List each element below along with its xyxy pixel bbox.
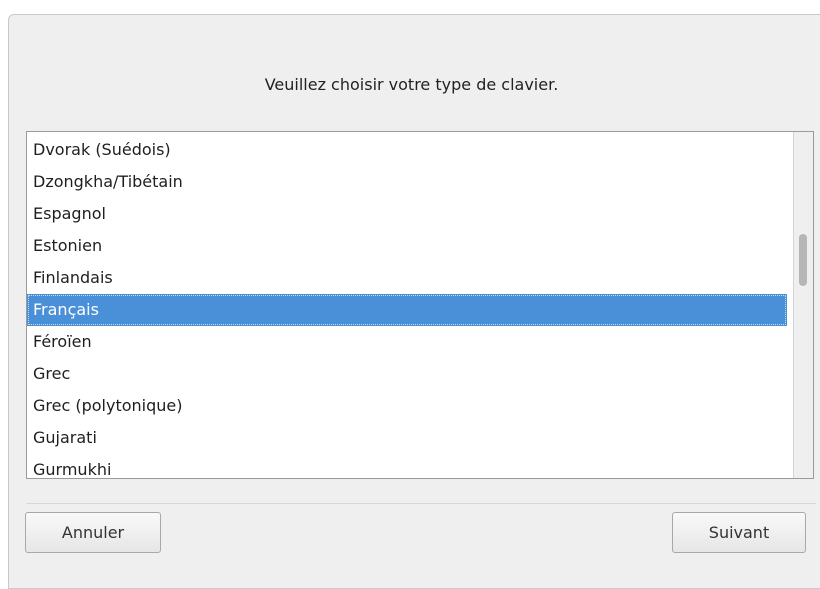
keyboard-list-items: Dvorak (Suédois) Dzongkha/Tibétain Espag…: [27, 134, 787, 478]
keyboard-selection-dialog: Veuillez choisir votre type de clavier. …: [8, 14, 820, 589]
list-item[interactable]: Gurmukhi: [27, 454, 787, 478]
list-item[interactable]: Féroïen: [27, 326, 787, 358]
list-item-selected[interactable]: Français: [27, 294, 787, 326]
cancel-button[interactable]: Annuler: [25, 512, 161, 553]
list-item[interactable]: Grec: [27, 358, 787, 390]
list-item[interactable]: Dzongkha/Tibétain: [27, 166, 787, 198]
list-item[interactable]: Finlandais: [27, 262, 787, 294]
next-button[interactable]: Suivant: [672, 512, 806, 553]
dialog-prompt: Veuillez choisir votre type de clavier.: [264, 75, 559, 94]
list-item[interactable]: Estonien: [27, 230, 787, 262]
list-item[interactable]: Dvorak (Suédois): [27, 134, 787, 166]
list-item[interactable]: Espagnol: [27, 198, 787, 230]
scrollbar-thumb[interactable]: [799, 234, 807, 286]
list-item[interactable]: Gujarati: [27, 422, 787, 454]
keyboard-listbox[interactable]: Dvorak (Suédois) Dzongkha/Tibétain Espag…: [26, 131, 814, 479]
list-item[interactable]: Grec (polytonique): [27, 390, 787, 422]
vertical-scrollbar[interactable]: [793, 132, 813, 478]
button-separator: [26, 503, 816, 504]
